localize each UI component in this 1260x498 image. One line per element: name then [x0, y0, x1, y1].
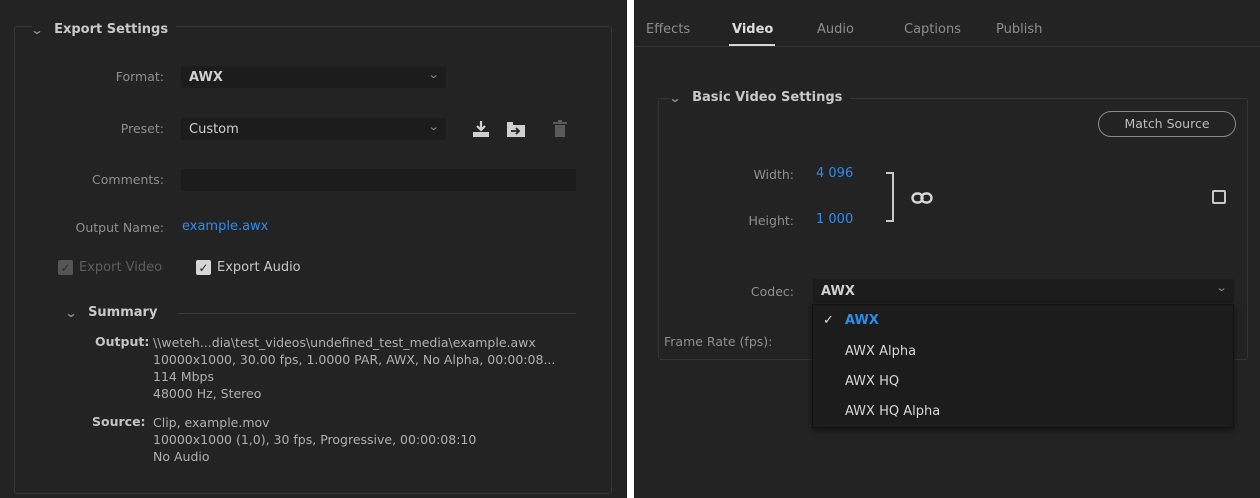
- summary-divider: [178, 313, 576, 314]
- active-tab-indicator: [729, 44, 775, 46]
- chevron-down-icon: ⌄: [427, 68, 440, 81]
- format-value: AWX: [189, 69, 223, 85]
- codec-value: AWX: [821, 283, 855, 299]
- preset-value: Custom: [189, 121, 239, 137]
- width-label: Width:: [753, 167, 794, 182]
- export-video-label: Export Video: [79, 260, 163, 275]
- chevron-down-icon[interactable]: ⌄: [30, 23, 43, 37]
- height-label: Height:: [748, 213, 794, 228]
- checkmark-icon: ✓: [196, 260, 211, 275]
- codec-label: Codec:: [750, 284, 794, 299]
- export-settings-panel: ⌄ Export Settings Format: AWX ⌄ Preset: …: [0, 0, 627, 498]
- export-audio-label: Export Audio: [217, 260, 301, 275]
- tab-effects[interactable]: Effects: [646, 22, 690, 37]
- link-icon: [911, 192, 933, 204]
- tab-video[interactable]: Video: [732, 22, 773, 37]
- trash-icon: [553, 120, 567, 137]
- export-settings-header[interactable]: ⌄ Export Settings: [30, 22, 177, 37]
- summary-source-label: Source:: [92, 414, 146, 429]
- summary-output-line: \\weteh...dia\test_videos\undefined_test…: [153, 335, 536, 350]
- summary-source-line: Clip, example.mov: [153, 415, 270, 430]
- summary-title: Summary: [88, 305, 158, 320]
- export-settings-title: Export Settings: [54, 22, 169, 37]
- video-settings-panel: Effects Video Audio Captions Publish ⌄ B…: [634, 0, 1260, 498]
- codec-dropdown-menu: ✓ AWX AWX Alpha AWX HQ AWX HQ Alpha: [812, 304, 1234, 428]
- delete-preset-button[interactable]: [549, 118, 571, 140]
- width-value[interactable]: 4 096: [816, 166, 853, 181]
- summary-source-line: No Audio: [153, 449, 210, 464]
- match-source-button[interactable]: Match Source: [1098, 111, 1236, 137]
- chevron-down-icon[interactable]: ⌄: [64, 306, 77, 320]
- dimension-link-bracket: [886, 172, 894, 222]
- tab-bar: Effects Video Audio Captions Publish: [634, 0, 1260, 47]
- codec-option[interactable]: AWX HQ: [813, 366, 1233, 396]
- frame-rate-label: Frame Rate (fps):: [664, 334, 773, 349]
- summary-output-label: Output:: [95, 334, 150, 349]
- chevron-down-icon: ⌄: [427, 120, 440, 133]
- summary-output-line: 48000 Hz, Stereo: [153, 386, 262, 401]
- checkmark-icon: ✓: [58, 260, 73, 275]
- codec-option-label: AWX Alpha: [845, 343, 917, 359]
- codec-option-label: AWX HQ: [845, 373, 900, 389]
- codec-option-label: AWX: [845, 312, 879, 328]
- constrain-proportions-toggle[interactable]: [911, 190, 933, 209]
- tab-audio[interactable]: Audio: [817, 22, 854, 37]
- preset-select[interactable]: Custom ⌄: [181, 118, 446, 140]
- export-audio-checkbox[interactable]: ✓ Export Audio: [196, 260, 301, 275]
- chevron-down-icon: ⌄: [1215, 281, 1228, 294]
- comments-label: Comments:: [92, 172, 164, 187]
- comments-input[interactable]: [181, 169, 576, 191]
- height-value[interactable]: 1 000: [816, 212, 853, 227]
- save-preset-icon: [473, 121, 489, 137]
- tab-publish[interactable]: Publish: [996, 22, 1042, 37]
- output-name-link[interactable]: example.awx: [182, 219, 268, 234]
- export-video-checkbox[interactable]: ✓ Export Video: [58, 260, 162, 275]
- chevron-down-icon[interactable]: ⌄: [668, 91, 681, 105]
- basic-video-settings-title: Basic Video Settings: [692, 90, 843, 105]
- summary-output-line: 114 Mbps: [153, 369, 214, 384]
- tab-captions[interactable]: Captions: [904, 22, 961, 37]
- basic-video-settings-header[interactable]: ⌄ Basic Video Settings: [668, 90, 851, 105]
- codec-option[interactable]: AWX Alpha: [813, 336, 1233, 366]
- preset-label: Preset:: [120, 121, 164, 136]
- summary-header[interactable]: ⌄ Summary: [64, 305, 158, 320]
- format-select[interactable]: AWX ⌄: [181, 66, 446, 88]
- summary-output-line: 10000x1000, 30.00 fps, 1.0000 PAR, AWX, …: [153, 352, 556, 367]
- codec-option-label: AWX HQ Alpha: [845, 403, 941, 419]
- summary-source-line: 10000x1000 (1,0), 30 fps, Progressive, 0…: [153, 432, 477, 447]
- codec-option[interactable]: ✓ AWX: [813, 305, 1233, 335]
- codec-option[interactable]: AWX HQ Alpha: [813, 396, 1233, 426]
- checkbox-icon[interactable]: [1212, 190, 1226, 204]
- import-preset-icon: [507, 122, 525, 137]
- output-name-label: Output Name:: [75, 220, 164, 235]
- checkmark-icon: ✓: [823, 312, 834, 328]
- format-label: Format:: [115, 69, 164, 84]
- codec-select[interactable]: AWX ⌄: [813, 279, 1234, 303]
- import-preset-button[interactable]: [505, 118, 527, 140]
- save-preset-button[interactable]: [470, 118, 492, 140]
